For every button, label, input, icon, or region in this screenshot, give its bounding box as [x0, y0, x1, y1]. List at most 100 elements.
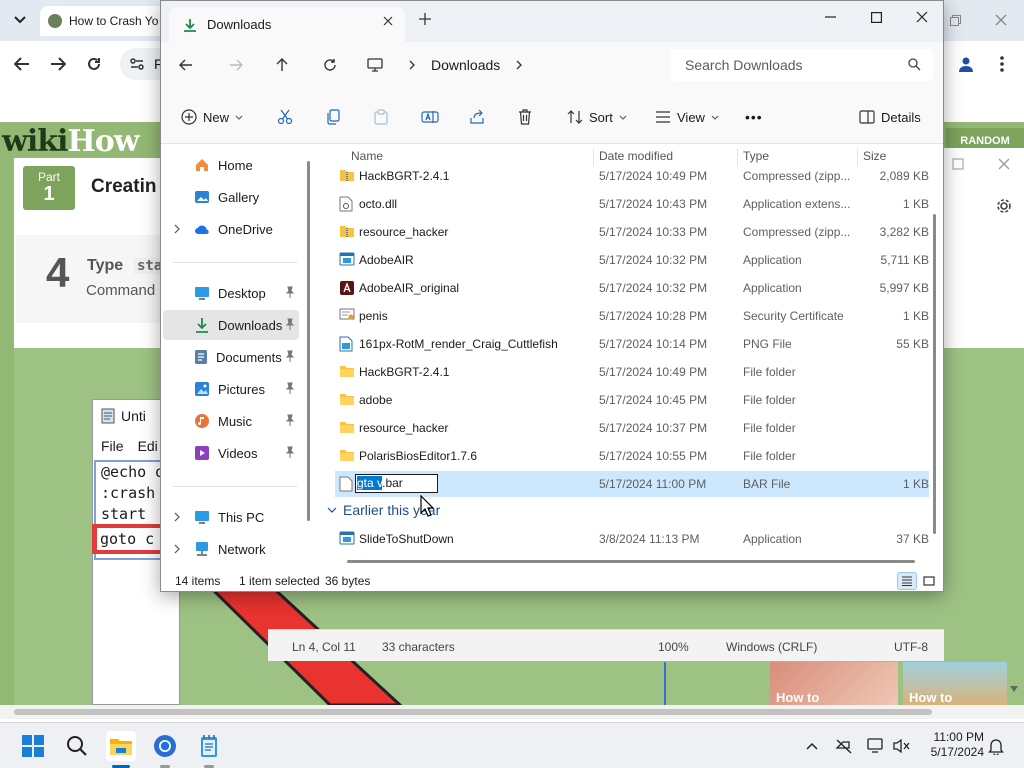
file-row[interactable]: AdobeAIR_original 5/17/2024 10:32 PM Appli… [335, 275, 929, 301]
share-button[interactable] [469, 105, 485, 129]
file-row[interactable]: resource_hacker 5/17/2024 10:33 PM Compres… [335, 219, 929, 245]
paste-button[interactable] [373, 105, 389, 129]
details-button[interactable]: Details [859, 105, 921, 129]
sidebar-item-documents[interactable]: Documents [163, 342, 299, 372]
profile-button[interactable] [952, 50, 980, 78]
search-input[interactable]: Search Downloads [671, 49, 933, 81]
page-scroll-down[interactable] [1009, 685, 1023, 703]
bell-icon [988, 739, 1004, 755]
browser-tab-title: How to Crash Yo [69, 14, 159, 28]
file-type: Compressed (zipp... [743, 225, 851, 239]
rename-selected-text: gta v [357, 476, 383, 490]
file-list-horizontal-scrollbar[interactable] [347, 560, 915, 563]
taskbar-chrome[interactable] [150, 731, 180, 761]
explorer-tab[interactable]: Downloads [169, 7, 405, 42]
tab-search-button[interactable] [7, 8, 33, 32]
sidebar-item-music[interactable]: Music [163, 406, 299, 436]
sidebar-item-desktop[interactable]: Desktop [163, 278, 299, 308]
page-horizontal-scrollbar[interactable] [0, 705, 1024, 719]
browser-restore-button[interactable] [940, 8, 970, 32]
system-clock[interactable]: 11:00 PM 5/17/2024 [918, 730, 984, 760]
browser-menu-button[interactable] [988, 50, 1016, 78]
file-row[interactable]: PolarisBiosEditor1.7.6 5/17/2024 10:55 PM… [335, 443, 929, 469]
rename-input[interactable]: gta v.bar [355, 474, 438, 493]
refresh-button[interactable] [315, 51, 345, 79]
close-button[interactable] [899, 1, 943, 33]
browser-forward-button[interactable] [44, 50, 72, 78]
pin-icon[interactable] [285, 414, 295, 426]
minimize-button[interactable] [807, 1, 853, 33]
column-header-name[interactable]: Name [351, 149, 383, 163]
plus-icon [419, 13, 431, 25]
file-list-scrollbar[interactable] [933, 214, 936, 534]
delete-button[interactable] [517, 105, 533, 129]
chevron-right-icon[interactable] [174, 224, 180, 234]
pin-icon[interactable] [285, 350, 295, 362]
file-row[interactable]: penis 5/17/2024 10:28 PM Security Certific… [335, 303, 929, 329]
column-header-size[interactable]: Size [863, 149, 886, 163]
related-article-thumb[interactable]: How to [903, 662, 1007, 705]
file-row[interactable]: AdobeAIR 5/17/2024 10:32 PM Application 5,7… [335, 247, 929, 273]
show-hidden-icons-button[interactable] [802, 736, 822, 756]
pin-icon[interactable] [285, 318, 295, 330]
sidebar-item-network[interactable]: Network [163, 534, 299, 564]
sidebar-item-gallery[interactable]: Gallery [163, 182, 299, 212]
notifications-button[interactable] [986, 736, 1006, 756]
start-button[interactable] [18, 731, 48, 761]
scrollbar-thumb[interactable] [14, 709, 932, 715]
pin-icon[interactable] [285, 286, 295, 298]
file-row[interactable]: resource_hacker 5/17/2024 10:37 PM File fo… [335, 415, 929, 441]
new-button-label: New [203, 109, 230, 125]
tiles-view-button[interactable] [919, 572, 939, 590]
taskbar-file-explorer[interactable] [106, 731, 136, 761]
sidebar-item-pictures[interactable]: Pictures [163, 374, 299, 404]
new-tab-button[interactable] [419, 13, 431, 25]
related-article-thumb[interactable]: How to [770, 662, 898, 705]
sidebar-item-videos[interactable]: Videos [163, 438, 299, 468]
chevron-right-icon[interactable] [516, 60, 523, 70]
file-row-renaming[interactable]: gta v.bar 5/17/2024 11:00 PM BAR File 1 … [335, 471, 929, 497]
forward-button[interactable] [221, 51, 251, 79]
new-button[interactable]: New [181, 105, 243, 129]
file-row[interactable]: octo.dll 5/17/2024 10:43 PM Application ex… [335, 191, 929, 217]
more-options-button[interactable]: ••• [745, 105, 763, 129]
sidebar-item-downloads[interactable]: Downloads [163, 310, 299, 340]
file-row[interactable]: 161px-RotM_render_Craig_Cuttlefish 5/17/2… [335, 331, 929, 357]
sidebar-item-home[interactable]: Home [163, 150, 299, 180]
maximize-button[interactable] [853, 1, 899, 33]
file-row[interactable]: HackBGRT-2.4.1 5/17/2024 10:49 PM Compress… [335, 163, 929, 189]
details-view-button[interactable] [897, 572, 917, 590]
column-header-date[interactable]: Date modified [599, 149, 673, 163]
sort-button[interactable]: Sort [567, 105, 627, 129]
chevron-right-icon[interactable] [174, 544, 180, 554]
breadcrumb-downloads[interactable]: Downloads [431, 57, 500, 73]
wikihow-logo[interactable]: wikiHow [2, 124, 140, 159]
taskbar-notepad[interactable] [194, 731, 224, 761]
network-status-button[interactable] [834, 736, 854, 756]
display-button[interactable] [866, 736, 886, 756]
file-row[interactable]: adobe 5/17/2024 10:45 PM File folder [335, 387, 929, 413]
rename-button[interactable] [421, 105, 439, 129]
browser-close-button[interactable] [986, 8, 1016, 32]
navigation-scrollbar[interactable] [307, 161, 310, 521]
file-row[interactable]: SlideToShutDown 3/8/2024 11:13 PM Applicat… [335, 526, 929, 552]
chevron-right-icon[interactable] [174, 512, 180, 522]
pin-icon[interactable] [285, 446, 295, 458]
pin-icon[interactable] [285, 382, 295, 394]
up-button[interactable] [267, 51, 297, 79]
view-button[interactable]: View [655, 105, 719, 129]
sidebar-item-onedrive[interactable]: OneDrive [163, 214, 299, 244]
file-row[interactable]: HackBGRT-2.4.1 5/17/2024 10:49 PM File fol… [335, 359, 929, 385]
file-type: BAR File [743, 477, 791, 491]
tab-close-button[interactable] [383, 16, 393, 26]
search-button[interactable] [62, 731, 92, 761]
browser-back-button[interactable] [8, 50, 36, 78]
back-button[interactable] [171, 51, 201, 79]
browser-reload-button[interactable] [80, 50, 108, 78]
cut-button[interactable] [277, 105, 293, 129]
adobe-air-icon [339, 280, 355, 296]
sidebar-item-this-pc[interactable]: This PC [163, 502, 299, 532]
copy-button[interactable] [325, 105, 341, 129]
volume-button[interactable] [892, 736, 912, 756]
column-header-type[interactable]: Type [743, 149, 769, 163]
